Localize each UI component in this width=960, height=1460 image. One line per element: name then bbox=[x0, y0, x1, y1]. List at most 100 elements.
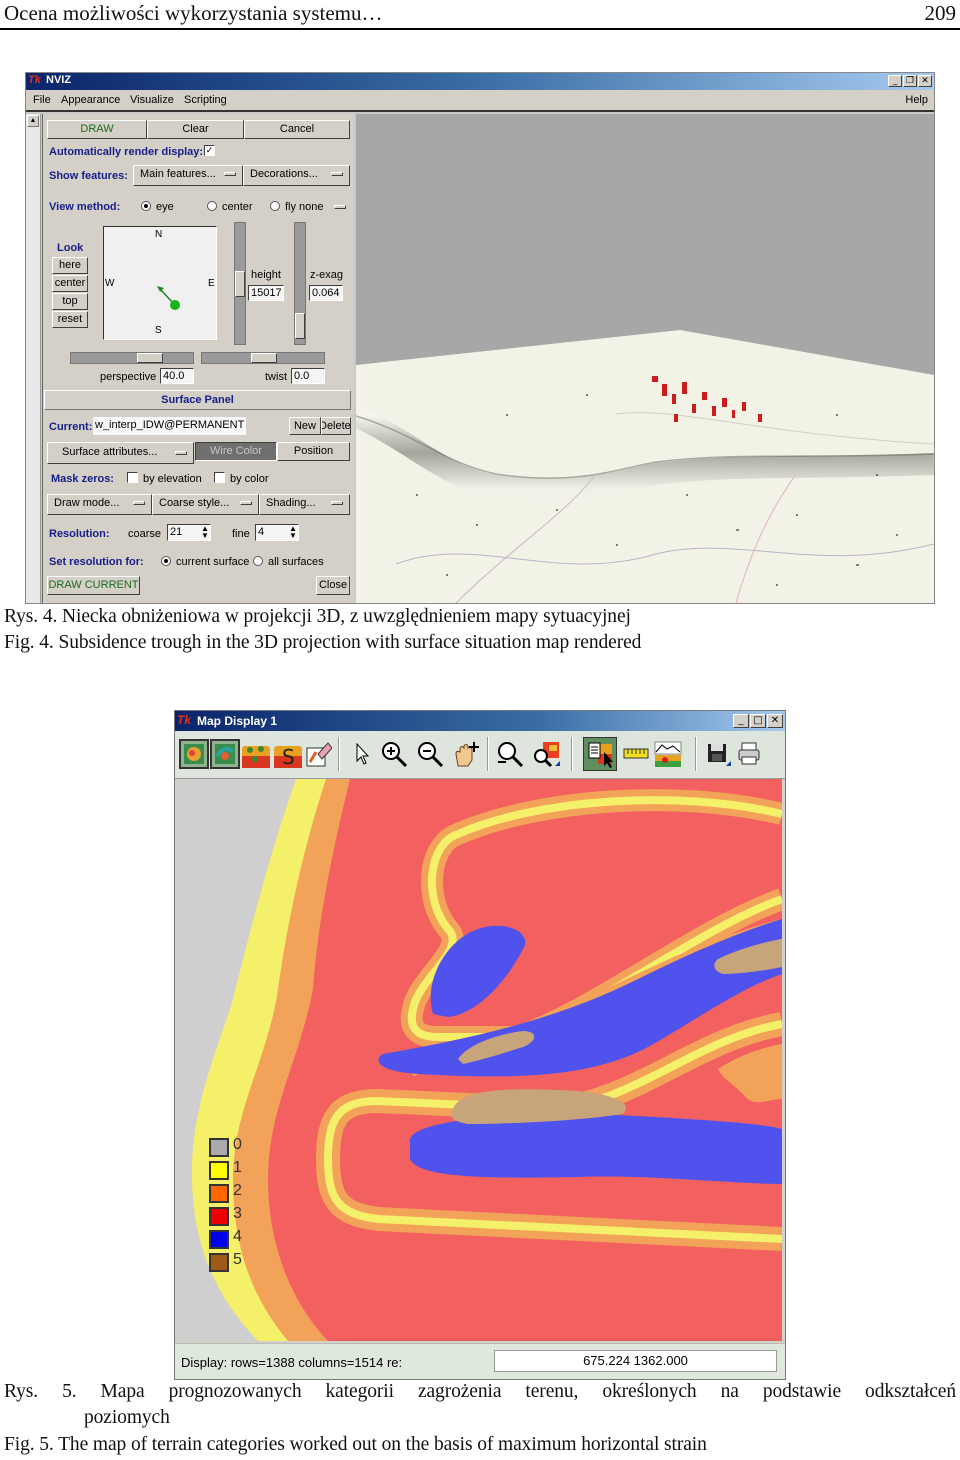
look-center-button[interactable]: center bbox=[52, 275, 88, 292]
pointer-icon[interactable] bbox=[347, 739, 377, 769]
display-active-layers-icon[interactable] bbox=[179, 739, 209, 769]
clear-button[interactable]: Clear bbox=[147, 120, 244, 139]
position-compass[interactable]: N S E W bbox=[103, 226, 217, 340]
perspective-slider-thumb[interactable] bbox=[137, 353, 163, 363]
menu-scripting[interactable]: Scripting bbox=[184, 94, 227, 106]
save-icon[interactable] bbox=[703, 739, 733, 769]
minimize-button[interactable]: _ bbox=[888, 75, 902, 87]
restore-button[interactable]: ❐ bbox=[903, 75, 917, 87]
menu-appearance[interactable]: Appearance bbox=[61, 94, 120, 106]
zoom-to-region-icon[interactable] bbox=[531, 739, 561, 769]
draw-current-button[interactable]: DRAW CURRENT bbox=[47, 576, 140, 595]
control-panel: DRAW Clear Cancel Automatically render d… bbox=[42, 114, 354, 603]
look-here-button[interactable]: here bbox=[52, 257, 88, 274]
mask-zeros-label: Mask zeros: bbox=[51, 473, 114, 485]
cancel-button[interactable]: Cancel bbox=[244, 120, 350, 139]
main-features-menu[interactable]: Main features... bbox=[133, 165, 243, 186]
measure-icon[interactable] bbox=[621, 739, 651, 769]
new-surface-button[interactable]: New bbox=[289, 417, 321, 435]
nviz-window: Tk NVIZ _ ❐ ✕ File Appearance Visualize … bbox=[25, 72, 935, 604]
zexag-input[interactable]: 0.064 bbox=[309, 285, 343, 301]
map-canvas[interactable]: 0 1 2 3 4 5 bbox=[178, 779, 782, 1341]
legend-swatch-1 bbox=[209, 1161, 229, 1180]
decorations-menu[interactable]: Decorations... bbox=[243, 165, 350, 186]
height-input[interactable]: 15017 bbox=[248, 285, 284, 301]
twist-input[interactable]: 0.0 bbox=[291, 368, 325, 384]
view-eye-radio[interactable] bbox=[141, 201, 151, 211]
draw-button[interactable]: DRAW bbox=[47, 120, 147, 139]
zoom-in-icon[interactable] bbox=[379, 739, 409, 769]
perspective-input[interactable]: 40.0 bbox=[160, 368, 194, 384]
fig5-caption-pl-line1: Rys. 5. Mapa prognozowanych kategorii za… bbox=[4, 1381, 956, 1402]
draw-mode-menu[interactable]: Draw mode... bbox=[47, 494, 152, 515]
decorations-label: Decorations... bbox=[250, 168, 318, 180]
res-all-surfaces-radio[interactable] bbox=[253, 556, 263, 566]
nviz-title: NVIZ bbox=[46, 74, 72, 86]
view-fly-radio[interactable] bbox=[270, 201, 280, 211]
eye-position-icon[interactable] bbox=[104, 227, 218, 341]
look-reset-button[interactable]: reset bbox=[52, 311, 88, 328]
legend-label-1: 1 bbox=[233, 1159, 242, 1176]
maximize-button[interactable]: □ bbox=[750, 714, 766, 728]
menu-help[interactable]: Help bbox=[905, 94, 928, 106]
nviz-menubar: File Appearance Visualize Scripting Help bbox=[26, 90, 934, 112]
panel-scrollbar[interactable]: ▲ bbox=[26, 114, 41, 603]
perspective-slider[interactable] bbox=[70, 352, 194, 364]
zexag-slider[interactable] bbox=[294, 222, 306, 345]
surface-attributes-menu[interactable]: Surface attributes... bbox=[47, 442, 194, 464]
page-number: 209 bbox=[924, 1, 957, 25]
menu-visualize[interactable]: Visualize bbox=[130, 94, 174, 106]
pan-icon[interactable] bbox=[451, 739, 481, 769]
erase-display-icon[interactable] bbox=[303, 739, 333, 769]
res-current-surface-radio[interactable] bbox=[161, 556, 171, 566]
mask-by-color-checkbox[interactable] bbox=[214, 472, 225, 483]
shading-label: Shading... bbox=[266, 497, 316, 509]
legend-label-4: 4 bbox=[233, 1228, 242, 1245]
view-center-radio[interactable] bbox=[207, 201, 217, 211]
auto-render-checkbox[interactable]: ✓ bbox=[204, 145, 215, 156]
map-display-title: Map Display 1 bbox=[197, 714, 278, 728]
legend-label-5: 5 bbox=[233, 1251, 242, 1268]
legend-swatch-0 bbox=[209, 1138, 229, 1157]
redraw-layers-icon[interactable] bbox=[210, 739, 240, 769]
twist-slider[interactable] bbox=[201, 352, 325, 364]
fine-spinner[interactable]: ▲ ▼ bbox=[288, 525, 298, 541]
view-eye-label: eye bbox=[156, 201, 174, 213]
shading-menu[interactable]: Shading... bbox=[259, 494, 350, 515]
surface-panel-title: Surface Panel bbox=[44, 390, 351, 410]
fly-menu-indicator[interactable] bbox=[334, 205, 346, 209]
res-all-surfaces-label: all surfaces bbox=[268, 556, 324, 568]
profile-icon[interactable] bbox=[653, 739, 683, 769]
print-icon[interactable] bbox=[735, 739, 765, 769]
map-statusbar: Display: rows=1388 columns=1514 re: 675.… bbox=[175, 1343, 785, 1379]
close-panel-button[interactable]: Close bbox=[316, 576, 350, 595]
add-raster-icon[interactable] bbox=[241, 739, 271, 769]
mask-by-elevation-checkbox[interactable] bbox=[127, 472, 138, 483]
add-vector-icon[interactable]: S bbox=[273, 739, 303, 769]
query-icon[interactable] bbox=[583, 737, 617, 771]
close-button[interactable]: ✕ bbox=[767, 714, 783, 728]
look-top-button[interactable]: top bbox=[52, 293, 88, 310]
zoom-out-icon[interactable] bbox=[415, 739, 445, 769]
coarse-spinner[interactable]: ▲ ▼ bbox=[200, 525, 210, 541]
wire-color-button[interactable]: Wire Color bbox=[195, 442, 277, 461]
minimize-button[interactable]: _ bbox=[733, 714, 749, 728]
fine-label: fine bbox=[232, 528, 250, 540]
height-slider-thumb[interactable] bbox=[235, 271, 245, 297]
svg-text:S: S bbox=[282, 745, 295, 768]
3d-view-canvas[interactable] bbox=[356, 114, 934, 603]
close-button[interactable]: ✕ bbox=[918, 75, 932, 87]
hazard-category-map bbox=[178, 779, 782, 1341]
zexag-slider-thumb[interactable] bbox=[295, 313, 305, 339]
delete-surface-button[interactable]: Delete bbox=[321, 417, 351, 435]
height-slider[interactable] bbox=[234, 222, 246, 345]
zoom-back-icon[interactable] bbox=[495, 739, 525, 769]
coarse-style-menu[interactable]: Coarse style... bbox=[152, 494, 259, 515]
scroll-up-arrow-icon[interactable]: ▲ bbox=[27, 115, 39, 127]
twist-slider-thumb[interactable] bbox=[251, 353, 277, 363]
current-surface-value[interactable]: w_interp_IDW@PERMANENT bbox=[93, 417, 246, 435]
fig4-caption-pl: Rys. 4. Niecka obniżeniowa w projekcji 3… bbox=[4, 606, 631, 627]
menu-file[interactable]: File bbox=[33, 94, 51, 106]
running-title: Ocena możliwości wykorzystania systemu… bbox=[4, 1, 383, 25]
position-button[interactable]: Position bbox=[277, 442, 350, 461]
